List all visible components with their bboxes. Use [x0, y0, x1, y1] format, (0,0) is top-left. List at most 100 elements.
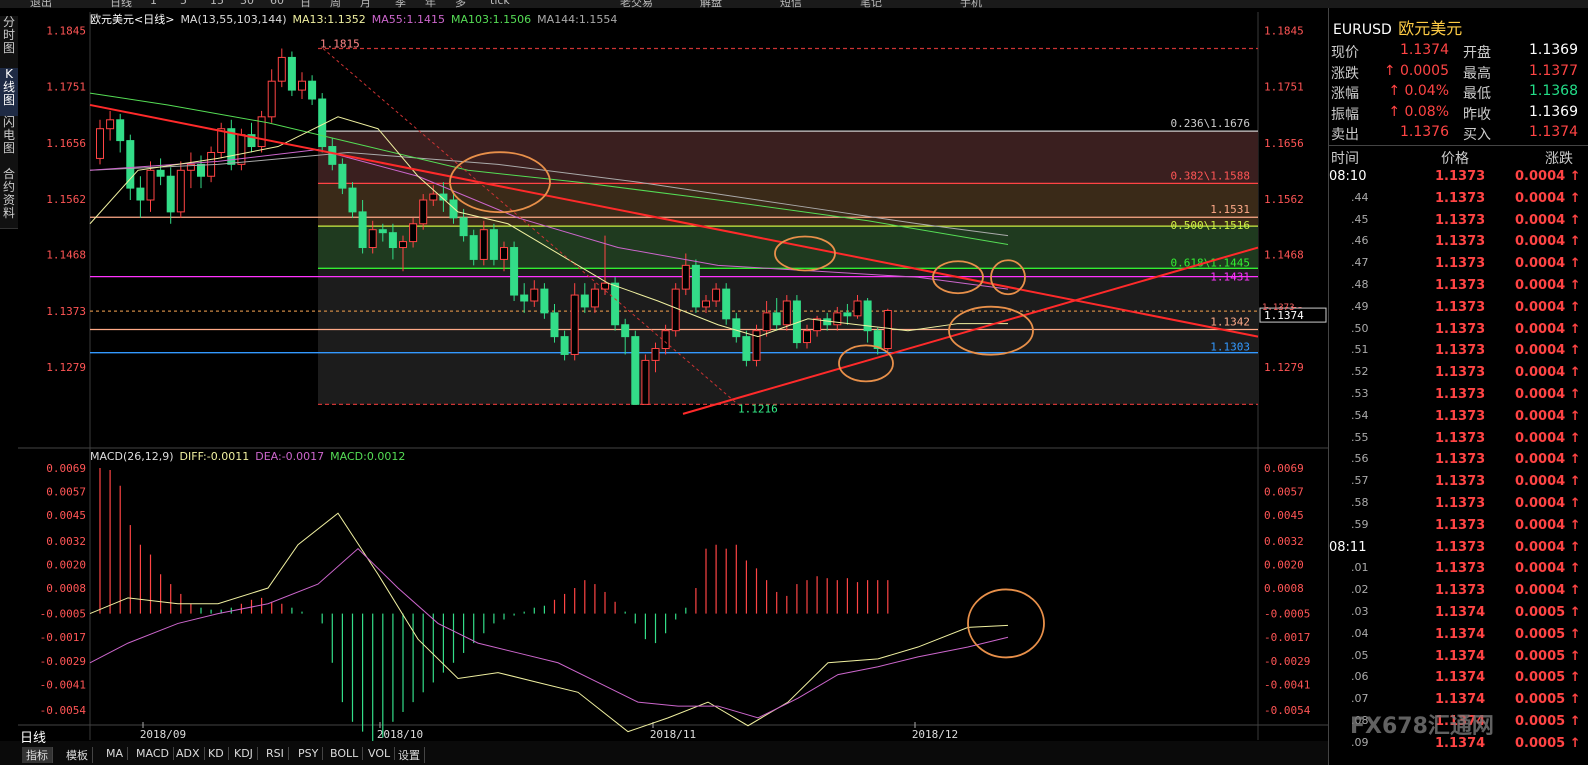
tick-row[interactable]: .59 1.1373 0.0004 ↑ [1329, 516, 1588, 538]
candle-body [762, 312, 771, 332]
view-tab[interactable]: K线图 [0, 68, 18, 117]
tick-row[interactable]: .56 1.1373 0.0004 ↑ [1329, 450, 1588, 472]
macd-legend-dea: DEA:-0.0017 [255, 450, 325, 463]
indicator-tab[interactable]: KD [204, 747, 229, 760]
tick-row[interactable]: .58 1.1373 0.0004 ↑ [1329, 494, 1588, 516]
indicator-tab[interactable]: VOL [364, 747, 396, 760]
label-low: 1.1216 [738, 402, 778, 415]
tick-change: 0.0004 ↑ [1515, 387, 1581, 402]
indicator-tab[interactable]: 设置 [394, 747, 425, 763]
candle-body [146, 169, 155, 201]
toolbar-item[interactable]: 解盘 [700, 0, 722, 8]
tick-row[interactable]: .49 1.1373 0.0004 ↑ [1329, 298, 1588, 320]
toolbar-item[interactable]: 短信 [780, 0, 802, 8]
tick-row[interactable]: .53 1.1373 0.0004 ↑ [1329, 385, 1588, 407]
candle-body [348, 187, 357, 213]
toolbar-item[interactable]: tick [490, 0, 510, 7]
tick-row[interactable]: .45 1.1373 0.0004 ↑ [1329, 211, 1588, 233]
tick-price: 1.1374 [1435, 670, 1486, 686]
indicator-tab[interactable]: 模板 [62, 747, 93, 763]
tick-row[interactable]: .05 1.1374 0.0005 ↑ [1329, 647, 1588, 669]
toolbar-item[interactable]: 月 [360, 0, 371, 8]
tick-row[interactable]: .03 1.1374 0.0005 ↑ [1329, 603, 1588, 625]
toolbar-item[interactable]: 5 [180, 0, 187, 7]
indicator-tab[interactable]: MACD [132, 747, 174, 760]
level-label-1531: 1.1531 [1210, 203, 1250, 216]
candle-body [459, 217, 468, 237]
tick-row[interactable]: 08:10 1.1373 0.0004 ↑ [1329, 167, 1588, 189]
toolbar-item[interactable]: 周 [330, 0, 341, 8]
tick-time: .05 [1351, 648, 1369, 662]
indicator-tab[interactable]: MA [102, 747, 129, 760]
indicator-tab[interactable]: 指标 [22, 747, 53, 763]
candle-body [540, 288, 549, 314]
quote-label: 卖出 [1331, 127, 1359, 143]
tick-table-header: 时间 价格 涨跌 [1329, 145, 1588, 167]
tick-row[interactable]: .46 1.1373 0.0004 ↑ [1329, 232, 1588, 254]
toolbar-item[interactable]: 季 [395, 0, 406, 8]
tick-price: 1.1373 [1435, 474, 1486, 490]
tick-row[interactable]: .50 1.1373 0.0004 ↑ [1329, 320, 1588, 342]
tick-row[interactable]: .02 1.1373 0.0004 ↑ [1329, 581, 1588, 603]
indicator-tab[interactable]: PSY [294, 747, 324, 760]
toolbar-item[interactable]: 年 [425, 0, 436, 8]
tick-row[interactable]: .52 1.1373 0.0004 ↑ [1329, 363, 1588, 385]
quote-label: 涨幅 [1331, 86, 1359, 102]
tick-row[interactable]: .54 1.1373 0.0004 ↑ [1329, 407, 1588, 429]
candle-body [267, 80, 276, 118]
macd-axis-label: 0.0008 [46, 582, 86, 595]
tick-row[interactable]: .48 1.1373 0.0004 ↑ [1329, 276, 1588, 298]
toolbar-item[interactable]: 多 [455, 0, 466, 8]
toolbar-item[interactable]: 15 [210, 0, 224, 7]
indicator-tab[interactable]: KDJ [230, 747, 258, 760]
quote-row: 现价 1.1374 开盘 1.1369 [1329, 41, 1588, 61]
tick-row[interactable]: .44 1.1373 0.0004 ↑ [1329, 189, 1588, 211]
toolbar-item[interactable]: 手机 [960, 0, 982, 8]
toolbar-item[interactable]: 老交易 [620, 0, 653, 8]
macd-axis-label: -0.0017 [40, 631, 86, 644]
candle-body [803, 330, 811, 344]
tick-price: 1.1373 [1435, 387, 1486, 402]
view-tab[interactable]: 闪电图 [0, 116, 18, 169]
chart-svg[interactable]: 1.1845 1.1845 1.1751 1.1751 1.1656 1.1656 1.15… [18, 8, 1328, 750]
candle-body [702, 300, 710, 308]
tick-row[interactable]: .55 1.1373 0.0004 ↑ [1329, 429, 1588, 451]
level-label-1431: 1.1431 [1210, 271, 1250, 284]
macd-dea-line [89, 547, 1009, 719]
price-axis-label: 1.1562 [46, 193, 86, 206]
tick-row[interactable]: .06 1.1374 0.0005 ↑ [1329, 668, 1588, 690]
tick-row[interactable]: .47 1.1373 0.0004 ↑ [1329, 254, 1588, 276]
tick-change: 0.0004 ↑ [1515, 299, 1581, 315]
tick-row[interactable]: .01 1.1373 0.0004 ↑ [1329, 559, 1588, 581]
kline-chart-area[interactable]: 1.1845 1.1845 1.1751 1.1751 1.1656 1.1656 1.15… [18, 8, 1328, 750]
indicator-tab[interactable]: ADX [172, 747, 205, 760]
macd-axis-label-right: 0.0032 [1264, 535, 1304, 548]
candle-body [661, 330, 670, 350]
candle-body [641, 359, 650, 405]
tick-row[interactable]: 08:11 1.1373 0.0004 ↑ [1329, 538, 1588, 560]
tick-row[interactable]: .57 1.1373 0.0004 ↑ [1329, 472, 1588, 494]
toolbar-item[interactable]: 30 [240, 0, 254, 7]
toolbar-item[interactable]: 笔记 [860, 0, 882, 8]
quote-value: 1.1376 [1400, 124, 1449, 140]
tick-row[interactable]: .51 1.1373 0.0004 ↑ [1329, 341, 1588, 363]
quote-label: 最低 [1463, 86, 1491, 102]
indicator-tab[interactable]: BOLL [326, 747, 364, 760]
macd-axis-label: 0.0032 [46, 535, 86, 548]
toolbar-item[interactable]: 1 [150, 0, 157, 7]
toolbar-item[interactable]: 日线 [110, 0, 132, 8]
toolbar-item[interactable]: 60 [270, 0, 284, 7]
tick-row[interactable]: .04 1.1374 0.0005 ↑ [1329, 625, 1588, 647]
tick-time: .53 [1351, 387, 1369, 400]
candle-body [96, 128, 104, 159]
toolbar-item[interactable]: 退出 [30, 0, 52, 8]
fib-label-500: 0.500\1.1516 [1171, 219, 1250, 232]
price-axis-label: 1.1845 [46, 25, 86, 38]
toolbar-item[interactable]: 日 [300, 0, 311, 8]
tick-time: .04 [1351, 626, 1369, 640]
price-axis-label-right: 1.1279 [1264, 361, 1304, 374]
view-tab[interactable]: 分时图 [0, 16, 18, 69]
indicator-tab[interactable]: RSI [262, 747, 289, 760]
view-tab[interactable]: 合约资料 [0, 168, 18, 229]
candle-body [722, 288, 731, 320]
